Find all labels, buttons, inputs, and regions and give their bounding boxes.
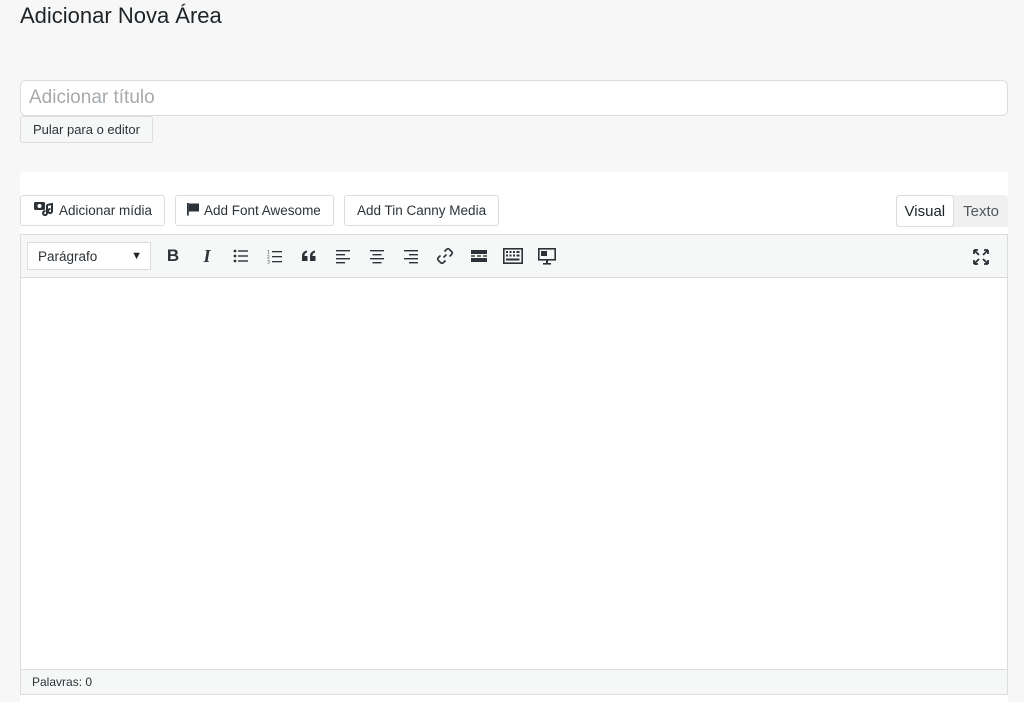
flag-icon [186,202,200,219]
align-right-icon [404,249,418,263]
read-more-icon [471,250,487,262]
slides-button[interactable] [531,240,563,272]
blockquote-button[interactable] [293,240,325,272]
bulleted-list-icon [233,249,248,263]
insert-link-button[interactable] [429,240,461,272]
title-input[interactable] [20,80,1008,116]
add-tin-canny-button[interactable]: Add Tin Canny Media [344,195,500,226]
add-media-button[interactable]: Adicionar mídia [20,195,166,226]
numbered-list-button[interactable]: 1 2 3 [259,240,291,272]
add-tin-canny-label: Add Tin Canny Media [357,203,487,218]
align-right-button[interactable] [395,240,427,272]
blockquote-icon [302,250,316,261]
format-select-value: Parágrafo [38,248,98,264]
caret-down-icon: ▼ [131,250,142,262]
slides-icon [538,247,556,265]
toolbar-toggle-icon [503,248,523,264]
add-font-awesome-button[interactable]: Add Font Awesome [175,195,334,226]
toolbar-toggle-button[interactable] [497,240,529,272]
numbered-list-icon: 1 2 3 [267,249,282,264]
media-icon [33,200,53,221]
page-title: Adicionar Nova Área [20,3,222,28]
align-center-button[interactable] [361,240,393,272]
bold-button[interactable]: B [157,240,189,272]
align-left-icon [336,249,350,263]
bulleted-list-button[interactable] [225,240,257,272]
add-font-awesome-label: Add Font Awesome [204,203,321,218]
format-select[interactable]: Parágrafo ▼ [27,242,151,270]
fullscreen-icon [973,249,989,265]
editor-toolbar: Parágrafo ▼ B I 1 2 3 [20,234,1008,278]
align-left-button[interactable] [327,240,359,272]
tab-visual[interactable]: Visual [895,195,955,227]
align-center-icon [370,249,384,263]
fullscreen-button[interactable] [965,241,997,273]
svg-text:3: 3 [267,259,270,264]
italic-button[interactable]: I [191,240,223,272]
read-more-button[interactable] [463,240,495,272]
tab-text[interactable]: Texto [954,195,1008,227]
status-bar: Palavras: 0 [20,669,1008,695]
add-media-label: Adicionar mídia [59,203,153,218]
editor-mode-tabs: Visual Texto [895,195,1008,227]
link-icon [436,247,454,265]
word-count: Palavras: 0 [32,675,93,689]
editor-card: Adicionar mídia Add Font Awesome Add Tin… [20,172,1008,702]
editor-content-area[interactable] [20,278,1008,669]
skip-to-editor-button[interactable]: Pular para o editor [20,116,153,143]
